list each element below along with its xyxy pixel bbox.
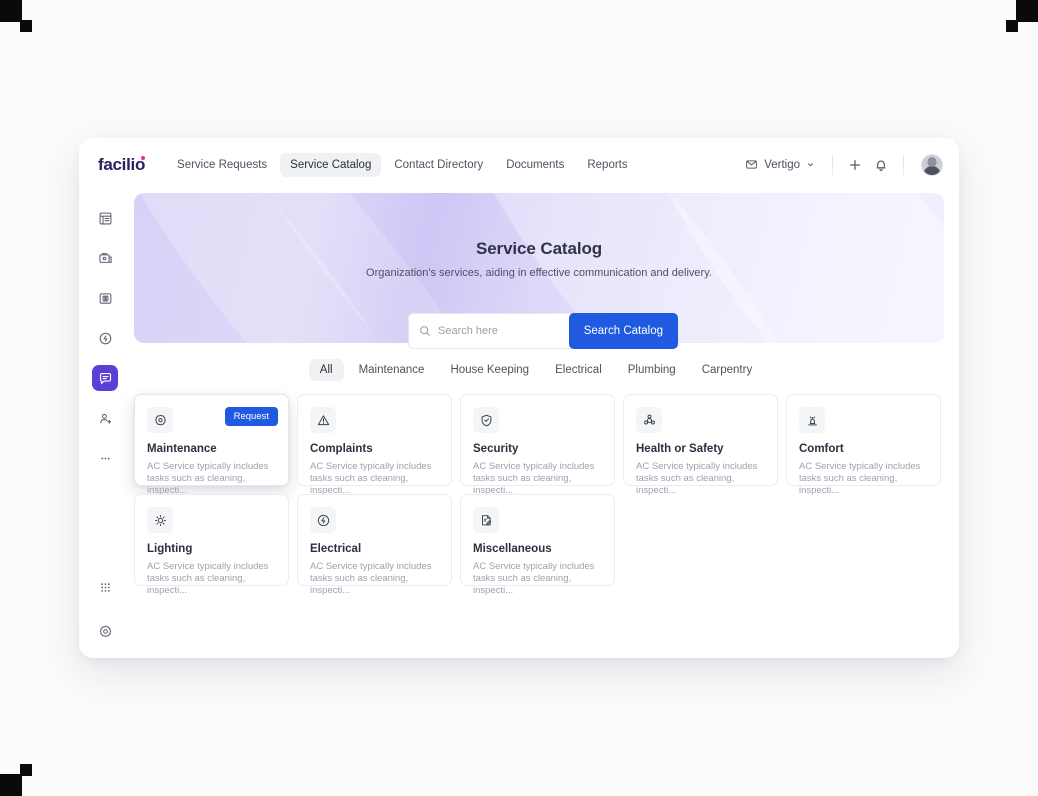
catalog-card-miscellaneous[interactable]: Miscellaneous AC Service typically inclu… xyxy=(460,494,615,596)
corner-artifact-top-left xyxy=(0,0,22,22)
page-root: facilio Service Requests Service Catalog… xyxy=(0,0,1038,796)
plus-icon[interactable] xyxy=(842,152,868,178)
corner-artifact-bottom-left xyxy=(0,774,22,796)
card-description: AC Service typically includes tasks such… xyxy=(310,461,432,496)
bell-icon[interactable] xyxy=(868,152,894,178)
sidebar-item-more[interactable] xyxy=(92,445,118,471)
tab-carpentry[interactable]: Carpentry xyxy=(691,359,764,381)
catalog-grid: Request Maintenance AC Service typically… xyxy=(134,394,959,596)
card-description: AC Service typically includes tasks such… xyxy=(147,561,269,596)
card-description: AC Service typically includes tasks such… xyxy=(473,461,595,496)
sidebar-item-dashboard[interactable] xyxy=(92,205,118,231)
corner-artifact-bottom-left-small xyxy=(20,764,32,776)
card-title: Comfort xyxy=(799,443,844,455)
sidebar-item-contacts[interactable] xyxy=(92,285,118,311)
health-safety-icon xyxy=(636,407,662,433)
logo-text: facilio xyxy=(98,154,146,174)
tab-plumbing[interactable]: Plumbing xyxy=(617,359,687,381)
tab-maintenance[interactable]: Maintenance xyxy=(348,359,436,381)
nav-item-service-requests[interactable]: Service Requests xyxy=(167,153,277,177)
logo-dot xyxy=(140,155,145,160)
shield-check-icon xyxy=(473,407,499,433)
card-title: Lighting xyxy=(147,543,193,555)
page-title: Service Catalog xyxy=(475,239,603,258)
sun-brightness-icon xyxy=(147,507,173,533)
site-selector[interactable]: Vertigo xyxy=(737,153,823,176)
sidebar-item-service-catalog[interactable] xyxy=(92,365,118,391)
site-icon xyxy=(745,158,758,171)
card-description: AC Service typically includes tasks such… xyxy=(473,561,595,596)
app-window: facilio Service Requests Service Catalog… xyxy=(79,138,959,658)
main-content: Service Catalog Organization's services,… xyxy=(131,191,959,658)
search-row: Search Catalog xyxy=(408,313,678,349)
request-badge[interactable]: Request xyxy=(224,407,278,426)
document-edit-icon xyxy=(473,507,499,533)
card-title: Electrical xyxy=(310,543,362,555)
header-divider-1 xyxy=(832,154,833,175)
catalog-row: Request Maintenance AC Service typically… xyxy=(134,394,959,496)
catalog-card-comfort[interactable]: Comfort AC Service typically includes ta… xyxy=(786,394,941,496)
card-title: Maintenance xyxy=(147,443,217,455)
sidebar-item-settings[interactable] xyxy=(92,618,118,644)
tab-electrical[interactable]: Electrical xyxy=(544,359,613,381)
corner-artifact-top-right xyxy=(1016,0,1038,22)
sidebar-item-people[interactable] xyxy=(92,405,118,431)
search-box[interactable] xyxy=(408,313,572,349)
nav-item-reports[interactable]: Reports xyxy=(577,153,637,177)
sidebar-item-energy[interactable] xyxy=(92,325,118,351)
catalog-card-complaints[interactable]: Complaints AC Service typically includes… xyxy=(297,394,452,496)
nav-item-service-catalog[interactable]: Service Catalog xyxy=(280,152,382,177)
nav-item-documents[interactable]: Documents xyxy=(496,153,574,177)
sidebar-item-apps[interactable] xyxy=(92,574,118,600)
card-title: Health or Safety xyxy=(636,443,724,455)
sidebar-item-assets[interactable] xyxy=(92,245,118,271)
catalog-card-health-or-safety[interactable]: Health or Safety AC Service typically in… xyxy=(623,394,778,496)
corner-artifact-top-left-small xyxy=(20,20,32,32)
nav-item-contact-directory[interactable]: Contact Directory xyxy=(384,153,493,177)
facilio-logo[interactable]: facilio xyxy=(98,155,145,175)
comfort-icon xyxy=(799,407,825,433)
card-description: AC Service typically includes tasks such… xyxy=(310,561,432,596)
card-title: Complaints xyxy=(310,443,373,455)
card-title: Security xyxy=(473,443,519,455)
catalog-card-security[interactable]: Security AC Service typically includes t… xyxy=(460,394,615,496)
site-name: Vertigo xyxy=(764,158,800,171)
lightning-circle-icon xyxy=(310,507,336,533)
card-description: AC Service typically includes tasks such… xyxy=(636,461,758,496)
nav-links: Service Requests Service Catalog Contact… xyxy=(167,152,638,177)
header-divider-2 xyxy=(903,154,904,175)
catalog-row: Lighting AC Service typically includes t… xyxy=(134,494,959,596)
category-filter-tabs: All Maintenance House Keeping Electrical… xyxy=(131,359,941,381)
search-input[interactable] xyxy=(438,325,561,337)
page-subtitle: Organization's services, aiding in effec… xyxy=(366,267,712,279)
catalog-card-maintenance[interactable]: Request Maintenance AC Service typically… xyxy=(134,394,289,496)
sidebar-bottom-actions xyxy=(92,574,118,658)
catalog-card-lighting[interactable]: Lighting AC Service typically includes t… xyxy=(134,494,289,596)
card-description: AC Service typically includes tasks such… xyxy=(799,461,921,496)
card-title: Miscellaneous xyxy=(473,543,552,555)
avatar[interactable] xyxy=(921,153,943,176)
tab-house-keeping[interactable]: House Keeping xyxy=(439,359,540,381)
search-catalog-button[interactable]: Search Catalog xyxy=(568,313,678,349)
catalog-card-electrical[interactable]: Electrical AC Service typically includes… xyxy=(297,494,452,596)
left-sidebar xyxy=(79,191,131,658)
corner-artifact-top-right-small xyxy=(1006,20,1018,32)
top-navigation-bar: facilio Service Requests Service Catalog… xyxy=(79,138,959,191)
gear-cog-icon xyxy=(147,407,173,433)
header-actions: Vertigo xyxy=(737,152,943,178)
card-description: AC Service typically includes tasks such… xyxy=(147,461,269,496)
warning-triangle-icon xyxy=(310,407,336,433)
chevron-down-icon xyxy=(806,160,815,169)
search-icon xyxy=(419,325,431,337)
tab-all[interactable]: All xyxy=(308,359,344,381)
